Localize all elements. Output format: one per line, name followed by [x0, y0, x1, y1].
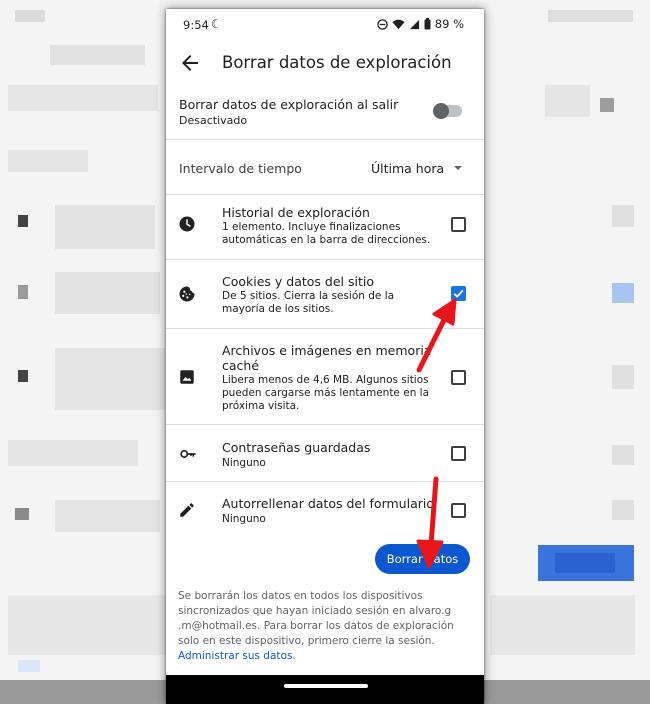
do-not-disturb-moon-icon: ☾: [211, 17, 222, 31]
battery-icon: [424, 18, 431, 30]
clear-on-exit-status: Desactivado: [179, 114, 248, 127]
toggle-knob: [433, 103, 449, 119]
passwords-checkbox[interactable]: [451, 446, 466, 461]
time-range-label: Intervalo de tiempo: [179, 161, 302, 176]
item-description: 1 elemento. Incluye finalizaciones autom…: [222, 221, 431, 246]
divider: [166, 424, 484, 425]
item-description: Ninguno: [222, 457, 266, 469]
status-icons: 89 %: [377, 17, 464, 31]
item-title: Cookies y datos del sitio: [222, 274, 374, 289]
home-gesture-pill[interactable]: [284, 684, 368, 688]
divider: [166, 139, 484, 140]
divider: [166, 194, 484, 195]
divider: [166, 481, 484, 482]
app-bar: Borrar datos de exploración: [166, 43, 484, 83]
cache-checkbox[interactable]: [451, 370, 466, 385]
clear-on-exit-title: Borrar datos de exploración al salir: [179, 97, 399, 112]
item-title: Historial de exploración: [222, 205, 370, 220]
dropdown-triangle-icon[interactable]: [453, 164, 463, 172]
page-title: Borrar datos de exploración: [222, 53, 452, 72]
wifi-icon: [392, 19, 405, 29]
item-title: Archivos e imágenes en memoria caché: [222, 343, 432, 373]
clock-icon: [179, 216, 195, 232]
signal-icon: [409, 19, 419, 29]
phone-screen: 9:54 ☾ 89 % Borrar datos de exploración …: [166, 9, 484, 704]
sync-notice-text: Se borrarán los datos en todos los dispo…: [178, 590, 454, 647]
item-description: Ninguno: [222, 513, 266, 525]
dnd-icon: [377, 18, 388, 30]
item-description: Libera menos de 4,6 MB. Algunos sitios p…: [222, 374, 430, 412]
pencil-icon: [180, 503, 194, 517]
cookie-icon: [179, 286, 195, 302]
history-checkbox[interactable]: [451, 217, 466, 232]
divider: [166, 259, 484, 260]
key-icon: [180, 450, 196, 458]
image-icon: [180, 370, 194, 384]
clear-data-button[interactable]: Borrar datos: [375, 544, 470, 574]
item-description: De 5 sitios. Cierra la sesión de la mayo…: [222, 290, 395, 315]
clear-on-exit-toggle[interactable]: [433, 103, 462, 119]
sync-notice: Se borrarán los datos en todos los dispo…: [178, 589, 474, 664]
autofill-checkbox[interactable]: [451, 503, 466, 518]
cookies-checkbox[interactable]: [451, 286, 466, 301]
time-range-value[interactable]: Última hora: [371, 161, 444, 176]
back-arrow-icon[interactable]: [178, 51, 202, 75]
navigation-bar: [166, 675, 484, 704]
item-title: Autorrellenar datos del formulario: [222, 496, 434, 511]
item-title: Contraseñas guardadas: [222, 440, 371, 455]
status-bar: 9:54 ☾ 89 %: [166, 9, 484, 39]
checkmark-icon: [453, 289, 464, 298]
divider: [166, 328, 484, 329]
battery-percent: 89 %: [434, 17, 464, 31]
manage-data-link[interactable]: Administrar sus datos.: [178, 650, 296, 662]
status-time: 9:54: [183, 18, 209, 32]
